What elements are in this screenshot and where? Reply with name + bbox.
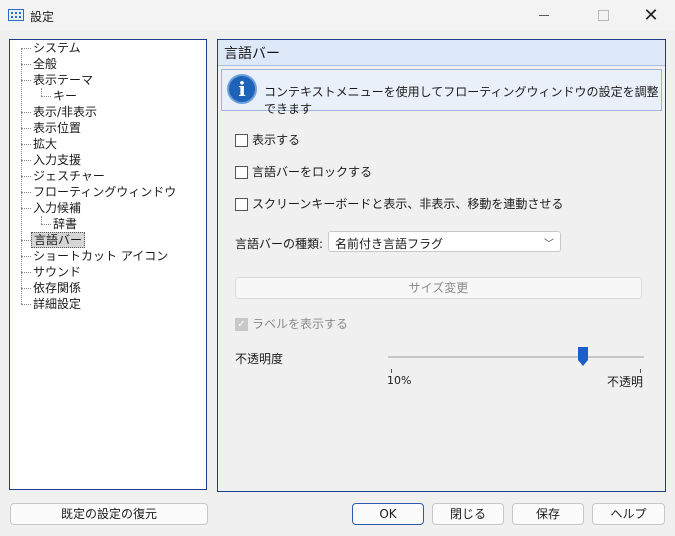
bar-type-value: 名前付き言語フラグ [335, 237, 444, 251]
info-icon: i [227, 74, 257, 104]
panel-title: 言語バー [224, 46, 280, 62]
close-button[interactable]: 閉じる [432, 503, 504, 525]
opacity-min-label: 10% [387, 374, 412, 387]
window-title: 設定 [30, 10, 55, 24]
opacity-label: 不透明度 [235, 352, 284, 366]
bar-type-select[interactable]: 名前付き言語フラグ ﹀ [328, 231, 561, 252]
restore-defaults-button[interactable]: 既定の設定の復元 [10, 503, 208, 525]
maximize-button[interactable] [580, 0, 626, 31]
close-icon: ✕ [643, 5, 659, 26]
help-button[interactable]: ヘルプ [592, 503, 665, 525]
chevron-down-icon: ﹀ [544, 239, 554, 250]
save-button[interactable]: 保存 [512, 503, 584, 525]
opacity-max-label: 不透明 [607, 375, 644, 389]
checkbox-box[interactable] [235, 198, 248, 211]
title-bar: 設定 ✕ [0, 0, 675, 31]
opacity-slider-thumb[interactable] [577, 347, 588, 366]
slider-tick [391, 369, 392, 373]
opacity-slider-track[interactable] [388, 356, 644, 358]
minimize-button[interactable] [521, 0, 567, 31]
checkmark-icon[interactable]: ✓ [235, 318, 248, 331]
minimize-icon [539, 14, 549, 16]
resize-button[interactable]: サイズ変更 [235, 277, 642, 299]
panel-header: 言語バー [218, 40, 665, 66]
tree-line [41, 216, 42, 224]
bar-type-label: 言語バーの種類: [235, 237, 324, 251]
checkbox-box[interactable] [235, 134, 248, 147]
info-text: コンテキストメニューを使用してフローティングウィンドウの設定を調整できます [264, 85, 659, 116]
checkbox-box[interactable] [235, 166, 248, 179]
language-bar-panel: 言語バー i コンテキストメニューを使用してフローティングウィンドウの設定を調整… [217, 39, 666, 492]
maximize-icon [597, 9, 609, 21]
tree-line [41, 88, 42, 96]
keyboard-icon [8, 9, 24, 21]
close-window-button[interactable]: ✕ [628, 0, 674, 31]
ok-button[interactable]: OK [352, 503, 424, 525]
info-box: i コンテキストメニューを使用してフローティングウィンドウの設定を調整できます [221, 69, 662, 116]
settings-tree[interactable]: システム 全般 表示テーマ キー 表示/非表示 表示位置 拡大 入力支援 ジェス… [9, 39, 207, 490]
